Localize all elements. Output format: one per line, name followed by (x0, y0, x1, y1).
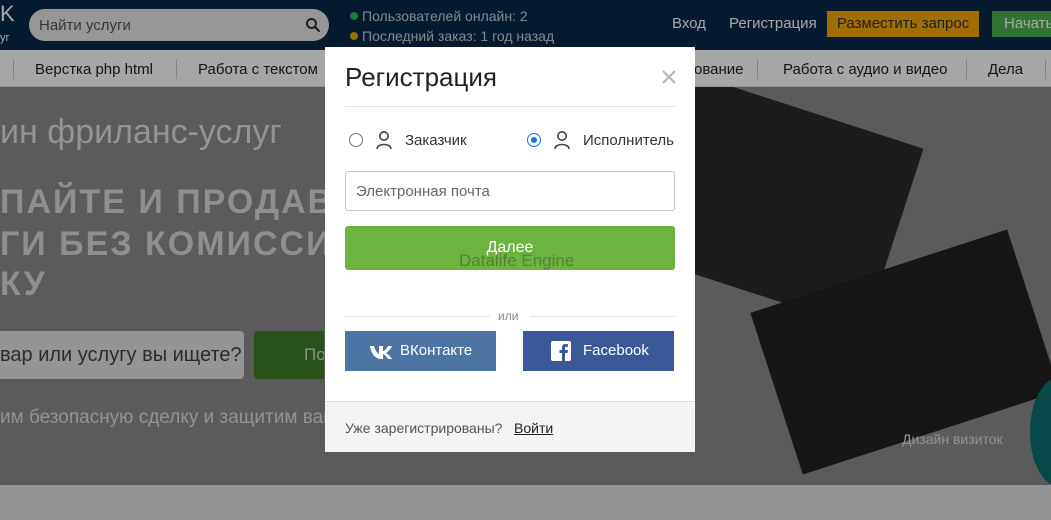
facebook-button-label: Facebook (583, 342, 649, 359)
engine-watermark: Datalife Engine (459, 251, 575, 270)
modal-divider (345, 106, 675, 107)
role-label-customer: Заказчик (405, 132, 467, 149)
email-field[interactable] (345, 171, 675, 211)
role-option-freelancer[interactable]: Исполнитель (527, 130, 687, 150)
vk-button-label: ВКонтакте (400, 342, 473, 359)
vk-icon (370, 346, 392, 359)
modal-title: Регистрация (345, 62, 497, 92)
modal-footer: Уже зарегистрированы? Войти (325, 401, 695, 452)
or-label: или (498, 309, 519, 323)
role-label-freelancer: Исполнитель (583, 132, 674, 149)
close-icon[interactable] (659, 67, 679, 87)
login-link[interactable]: Войти (514, 420, 553, 436)
facebook-icon (551, 341, 571, 361)
role-option-customer[interactable]: Заказчик (349, 130, 509, 150)
role-radio-customer[interactable] (349, 133, 363, 147)
registration-modal: Регистрация Заказчик Исполнитель Далее D… (325, 47, 695, 452)
already-registered-text: Уже зарегистрированы? (345, 420, 503, 436)
user-icon (554, 131, 570, 150)
vk-login-button[interactable]: ВКонтакте (345, 331, 496, 371)
role-radio-freelancer[interactable] (527, 133, 541, 147)
or-divider-left (345, 316, 490, 317)
user-icon (376, 131, 392, 150)
or-divider-right (530, 316, 675, 317)
facebook-login-button[interactable]: Facebook (523, 331, 674, 371)
